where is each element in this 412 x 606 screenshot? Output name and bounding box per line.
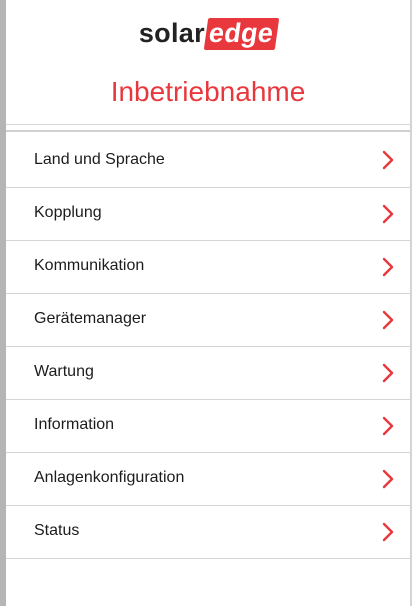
header-divider: [6, 124, 410, 125]
menu-item-label: Anlagenkonfiguration: [34, 469, 185, 486]
chevron-right-icon: [382, 257, 394, 277]
logo-solar-text: solar: [138, 18, 205, 48]
menu-item-label: Information: [34, 416, 115, 433]
menu-item-kommunikation[interactable]: Kommunikation: [6, 241, 410, 294]
menu-item-status[interactable]: Status: [6, 506, 410, 559]
menu-item-land-und-sprache[interactable]: Land und Sprache: [6, 132, 410, 188]
menu-item-anlagenkonfiguration[interactable]: Anlagenkonfiguration: [6, 453, 410, 506]
chevron-right-icon: [382, 522, 394, 542]
chevron-right-icon: [382, 204, 394, 224]
menu-item-label: Wartung: [34, 363, 94, 380]
menu-item-label: Land und Sprache: [34, 151, 165, 168]
menu-item-label: Kopplung: [34, 204, 102, 221]
menu-item-information[interactable]: Information: [6, 400, 410, 453]
menu-item-kopplung[interactable]: Kopplung: [6, 188, 410, 241]
page-title: Inbetriebnahme: [110, 76, 306, 107]
menu-item-label: Kommunikation: [34, 257, 145, 274]
chevron-right-icon: [382, 310, 394, 330]
menu-item-label: Status: [34, 522, 80, 539]
chevron-right-icon: [382, 469, 394, 489]
header: solaredge Inbetriebnahme: [6, 0, 410, 124]
menu-item-wartung[interactable]: Wartung: [6, 347, 410, 400]
chevron-right-icon: [382, 363, 394, 383]
chevron-right-icon: [382, 150, 394, 169]
menu-list: Land und Sprache Kopplung Kommunikation …: [6, 132, 410, 559]
menu-item-geraetemanager[interactable]: Gerätemanager: [6, 294, 410, 347]
solaredge-logo: solaredge: [6, 18, 410, 50]
logo-edge-text: edge: [203, 18, 280, 50]
chevron-right-icon: [382, 416, 394, 436]
menu-item-label: Gerätemanager: [34, 310, 147, 327]
